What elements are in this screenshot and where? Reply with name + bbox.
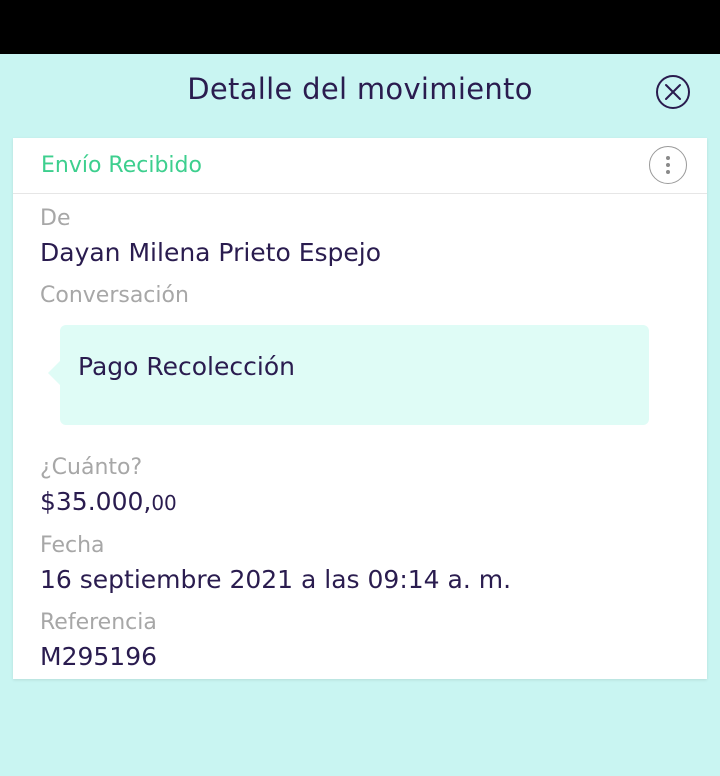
modal-header: Detalle del movimiento [0, 54, 720, 138]
amount-label: ¿Cuánto? [40, 455, 143, 480]
status-bar [0, 0, 720, 54]
amount-main: $35.000, [40, 487, 152, 516]
amount-cents: 00 [151, 491, 177, 515]
transaction-type-title: Envío Recibido [41, 153, 202, 178]
more-vertical-icon [666, 156, 670, 174]
close-icon [665, 84, 681, 100]
date-value: 16 septiembre 2021 a las 09:14 a. m. [40, 565, 512, 594]
conversation-message: Pago Recolección [78, 352, 295, 381]
conversation-bubble: Pago Recolección [48, 325, 649, 425]
from-label: De [40, 206, 71, 231]
conversation-label: Conversación [40, 283, 189, 308]
from-value: Dayan Milena Prieto Espejo [40, 238, 382, 267]
reference-value: M295196 [40, 642, 158, 671]
reference-label: Referencia [40, 610, 157, 635]
card-header: Envío Recibido [13, 138, 707, 194]
date-label: Fecha [40, 533, 105, 558]
amount-value: $35.000,00 [40, 487, 177, 516]
transaction-detail-card: Envío Recibido De Dayan Milena Prieto Es… [13, 138, 707, 679]
close-button[interactable] [656, 75, 690, 109]
more-options-button[interactable] [649, 146, 687, 184]
page-title: Detalle del movimiento [187, 72, 533, 106]
